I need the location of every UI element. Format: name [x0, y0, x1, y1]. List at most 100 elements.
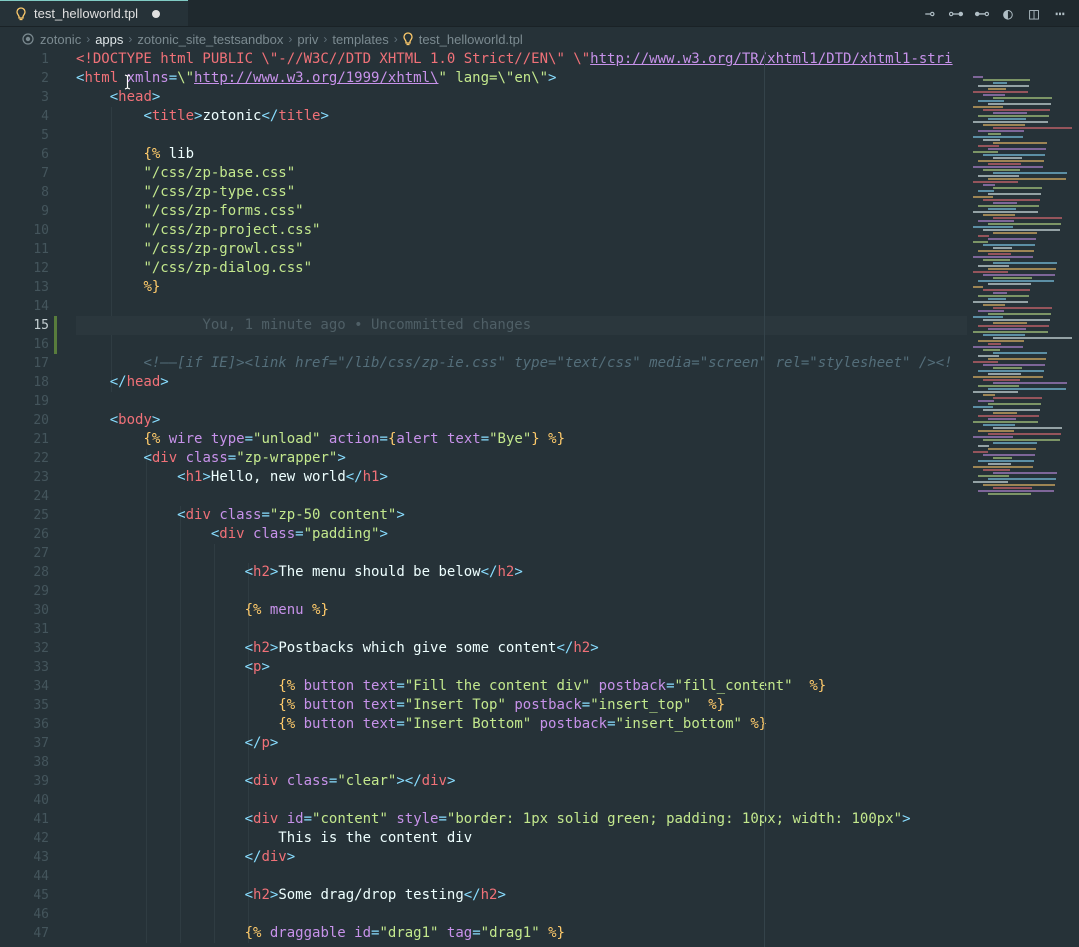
line-code: <html xmlns=\"http://www.w3.org/1999/xht…	[76, 69, 556, 88]
code-line[interactable]: 34 {% button text="Fill the content div"…	[0, 677, 967, 696]
code-line[interactable]: 26 <div class="padding">	[0, 525, 967, 544]
breadcrumb-item[interactable]: templates	[332, 32, 388, 47]
code-line[interactable]: 47 {% draggable id="drag1" tag="drag1" %…	[0, 924, 967, 943]
code-token: h2	[497, 564, 515, 580]
code-line[interactable]: 4 <title>zotonic</title>	[0, 107, 967, 126]
code-line[interactable]: 27	[0, 544, 967, 563]
code-token: {%	[244, 925, 262, 941]
code-line[interactable]: 45 <h2>Some drag/drop testing</h2>	[0, 886, 967, 905]
code-line[interactable]: 24	[0, 487, 967, 506]
modified-dot-icon[interactable]	[152, 9, 161, 18]
minimap[interactable]	[967, 50, 1079, 947]
line-number: 35	[33, 698, 49, 713]
code-token: http://www.w3.org/1999/xhtml\	[194, 70, 439, 86]
code-line[interactable]: 35 {% button text="Insert Top" postback=…	[0, 696, 967, 715]
code-line[interactable]: 28 <h2>The menu should be below</h2>	[0, 563, 967, 582]
line-code: <div id="content" style="border: 1px sol…	[76, 810, 911, 829]
code-line[interactable]: 25 <div class="zp-50 content">	[0, 506, 967, 525]
minimap-line	[983, 469, 1010, 471]
git-commit-next-icon[interactable]: ⊷	[973, 4, 991, 23]
minimap-line	[978, 445, 989, 447]
code-line[interactable]: 13 %}	[0, 278, 967, 297]
toggle-blame-icon[interactable]: ◐	[999, 4, 1017, 23]
code-line[interactable]: 17 <!——[if IE]><link href="/lib/css/zp-i…	[0, 354, 967, 373]
code-line[interactable]: 16	[0, 335, 967, 354]
breadcrumb-item[interactable]: test_helloworld.tpl	[419, 32, 523, 47]
code-line[interactable]: 42 This is the content div	[0, 829, 967, 848]
code-line[interactable]: 10 "/css/zp-project.css"	[0, 221, 967, 240]
code-line[interactable]: 29	[0, 582, 967, 601]
breadcrumb-item[interactable]: zotonic	[40, 32, 81, 47]
code-token: "unload"	[253, 431, 321, 447]
code-line[interactable]: 9 "/css/zp-forms.css"	[0, 202, 967, 221]
line-number: 24	[33, 489, 49, 504]
code-line[interactable]: 32 <h2>Postbacks which give some content…	[0, 639, 967, 658]
code-token: "/css/zp-type.css"	[143, 184, 296, 200]
tab-test-helloworld[interactable]: test_helloworld.tpl	[0, 0, 188, 26]
code-line[interactable]: 41 <div id="content" style="border: 1px …	[0, 810, 967, 829]
code-token: =	[227, 450, 237, 466]
line-number: 39	[33, 774, 49, 789]
code-line[interactable]: 39 <div class="clear"></div>	[0, 772, 967, 791]
minimap-line	[988, 313, 1051, 315]
breadcrumb-item[interactable]: priv	[297, 32, 318, 47]
code-token: "insert_top"	[590, 697, 692, 713]
line-code: <div class="zp-50 content">	[76, 506, 405, 525]
code-line[interactable]: 1 <!DOCTYPE html PUBLIC \"-//W3C//DTD XHT…	[0, 50, 967, 69]
code-line[interactable]: 20 <body>	[0, 411, 967, 430]
code-line[interactable]: 19	[0, 392, 967, 411]
breadcrumb-item[interactable]: zotonic_site_testsandbox	[137, 32, 283, 47]
code-token: >	[286, 849, 296, 865]
code-token: ></	[396, 773, 422, 789]
code-line[interactable]: 18 </head>	[0, 373, 967, 392]
breadcrumb-item[interactable]: apps	[95, 32, 123, 47]
code-line[interactable]: 40	[0, 791, 967, 810]
code-token: >	[337, 450, 346, 466]
code-line[interactable]: 46	[0, 905, 967, 924]
code-line[interactable]: 5	[0, 126, 967, 145]
code-line[interactable]: 36 {% button text="Insert Bottom" postba…	[0, 715, 967, 734]
code-line[interactable]: 2 <html xmlns=\"http://www.w3.org/1999/xh…	[0, 69, 967, 88]
code-line[interactable]: 6 {% lib	[0, 145, 967, 164]
code-editor[interactable]: 1 <!DOCTYPE html PUBLIC \"-//W3C//DTD XHT…	[0, 50, 967, 947]
code-line[interactable]: 43 </div>	[0, 848, 967, 867]
split-editor-icon[interactable]: ◫	[1025, 4, 1043, 23]
code-line[interactable]: 44	[0, 867, 967, 886]
code-line[interactable]: 7 "/css/zp-base.css"	[0, 164, 967, 183]
editor-actions: ⊸ ⊶ ⊷ ◐ ◫ ⋯	[921, 2, 1069, 24]
code-line[interactable]: 37 </p>	[0, 734, 967, 753]
minimap-line	[973, 421, 1038, 423]
git-commit-icon[interactable]: ⊶	[947, 4, 965, 23]
code-line[interactable]: 33 <p>	[0, 658, 967, 677]
code-token: </	[109, 374, 127, 390]
code-line[interactable]: 30 {% menu %}	[0, 601, 967, 620]
code-line[interactable]: 14	[0, 297, 967, 316]
code-token: </	[480, 564, 498, 580]
minimap-line	[973, 391, 1018, 393]
code-token: <	[244, 564, 254, 580]
code-token: postback	[590, 678, 667, 694]
code-line[interactable]: 38	[0, 753, 967, 772]
code-line[interactable]: 8 "/css/zp-type.css"	[0, 183, 967, 202]
git-compare-icon[interactable]: ⊸	[921, 4, 939, 23]
minimap-line	[993, 82, 1007, 84]
minimap-line	[978, 85, 1029, 87]
minimap-line	[978, 460, 1034, 462]
code-token: >	[379, 526, 388, 542]
more-actions-icon[interactable]: ⋯	[1051, 4, 1069, 23]
code-line[interactable]: 11 "/css/zp-growl.css"	[0, 240, 967, 259]
code-token: title	[278, 108, 321, 124]
code-token: >	[396, 507, 405, 523]
code-token: >	[160, 374, 169, 390]
code-line[interactable]: 31	[0, 620, 967, 639]
code-line[interactable]: 12 "/css/zp-dialog.css"	[0, 259, 967, 278]
code-line[interactable]: 23 <h1>Hello, new world</h1>	[0, 468, 967, 487]
code-line[interactable]: 15 You, 1 minute ago • Uncommitted chang…	[33, 316, 967, 335]
code-line[interactable]: 21 {% wire type="unload" action={alert t…	[0, 430, 967, 449]
line-code: <h2>Some drag/drop testing</h2>	[76, 886, 506, 905]
line-code: %}	[76, 278, 160, 297]
code-token: class	[278, 773, 329, 789]
code-line[interactable]: 22 <div class="zp-wrapper">	[0, 449, 967, 468]
code-line[interactable]: 3 <head>	[0, 88, 967, 107]
